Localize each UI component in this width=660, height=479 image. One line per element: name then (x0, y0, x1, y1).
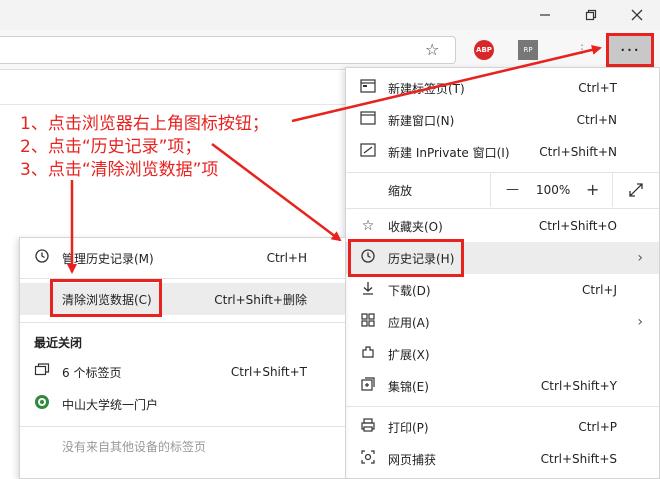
menu-item-new-tab[interactable]: 新建标签页(T) Ctrl+T (346, 72, 659, 104)
print-icon (358, 417, 378, 437)
menu-item-label: 扩展(X) (388, 347, 430, 362)
menu-item-label: 应用(A) (388, 315, 430, 330)
extension-icon[interactable]: ⋮ (576, 42, 588, 56)
menu-item-shortcut: Ctrl+Shift+N (539, 145, 617, 159)
no-tabs-from-other-devices: 没有来自其他设备的标签页 (62, 440, 207, 454)
submenu-item-shortcut: Ctrl+Shift+T (230, 365, 307, 379)
favorites-icon: ☆ (361, 218, 375, 234)
menu-item-new-window[interactable]: 新建窗口(N) Ctrl+N (346, 104, 659, 136)
menu-item-label: 打印(P) (388, 420, 429, 435)
title-bar (0, 0, 660, 30)
menu-item-apps[interactable]: 应用(A) › (346, 306, 659, 338)
zoom-label: 缩放 (388, 183, 413, 198)
apps-icon (358, 312, 378, 332)
submenu-divider (20, 322, 345, 323)
rp-extension-icon[interactable]: RP (518, 40, 538, 60)
recently-closed-heading: 最近关闭 (34, 336, 83, 350)
zoom-divider (490, 173, 491, 207)
menu-item-shortcut: Ctrl+J (582, 283, 617, 297)
chevron-right-icon: › (637, 314, 643, 330)
collections-icon (358, 376, 378, 396)
menu-item-label: 新建标签页(T) (388, 81, 465, 96)
menu-item-shortcut: Ctrl+P (578, 420, 617, 434)
submenu-item-label: 中山大学统一门户 (62, 397, 159, 412)
menu-item-label: 集锦(E) (388, 379, 429, 394)
menu-item-shortcut: Ctrl+Shift+Y (540, 379, 617, 393)
annotation-step-3: 3、点击“清除浏览数据”项 (20, 160, 219, 180)
menu-item-shortcut: Ctrl+T (578, 81, 617, 95)
address-bar[interactable]: ☆ (0, 36, 456, 64)
zoom-out-button[interactable]: — (506, 182, 519, 197)
submenu-divider (20, 426, 345, 427)
menu-item-collections[interactable]: 集锦(E) Ctrl+Shift+Y (346, 370, 659, 402)
chevron-right-icon: › (637, 250, 643, 266)
menu-item-label: 新建 InPrivate 窗口(I) (388, 145, 510, 160)
menu-divider (346, 208, 659, 209)
menu-item-label: 新建窗口(N) (388, 113, 455, 128)
menu-item-zoom: 缩放 — 100% + (346, 173, 659, 207)
submenu-item-shortcut: Ctrl+Shift+删除 (214, 292, 307, 307)
menu-divider (346, 406, 659, 407)
zoom-divider (612, 173, 613, 207)
submenu-item-closed-site[interactable]: 中山大学统一门户 (20, 388, 345, 420)
download-icon (358, 280, 378, 300)
history-highlight-box (348, 239, 464, 277)
adblock-plus-icon[interactable]: ABP (474, 40, 494, 60)
close-icon[interactable] (614, 0, 660, 30)
new-window-icon (358, 111, 378, 129)
submenu-item-label: 6 个标签页 (62, 365, 122, 380)
clear-data-highlight-box (50, 279, 162, 317)
menu-item-label: 下载(D) (388, 283, 431, 298)
tabs-icon (32, 362, 52, 382)
settings-more-button[interactable]: ··· (606, 33, 654, 67)
browser-toolbar: ☆ ABP RP ⋮ ··· (0, 30, 660, 70)
zoom-in-button[interactable]: + (586, 180, 599, 199)
zoom-value: 100% (536, 183, 571, 197)
extensions-icon (358, 344, 378, 364)
inprivate-icon (358, 143, 378, 161)
fullscreen-icon[interactable] (628, 182, 644, 201)
menu-item-extensions[interactable]: 扩展(X) (346, 338, 659, 370)
menu-item-new-inprivate[interactable]: 新建 InPrivate 窗口(I) Ctrl+Shift+N (346, 136, 659, 168)
menu-item-label: 收藏夹(O) (388, 219, 443, 234)
menu-item-shortcut: Ctrl+N (576, 113, 617, 127)
menu-item-print[interactable]: 打印(P) Ctrl+P (346, 411, 659, 443)
restore-icon[interactable] (568, 0, 614, 30)
menu-item-web-capture[interactable]: 网页捕获 Ctrl+Shift+S (346, 443, 659, 475)
new-tab-icon (358, 79, 378, 97)
minimize-icon[interactable] (522, 0, 568, 30)
star-icon[interactable]: ☆ (425, 40, 439, 59)
divider (0, 104, 345, 105)
history-submenu: 管理历史记录(M) Ctrl+H 清除浏览数据(C) Ctrl+Shift+删除… (19, 237, 346, 479)
submenu-item-closed-tabs[interactable]: 6 个标签页 Ctrl+Shift+T (20, 356, 345, 388)
menu-item-shortcut: Ctrl+Shift+O (538, 219, 617, 233)
annotation-step-1: 1、点击浏览器右上角图标按钮； (20, 114, 269, 134)
submenu-item-label: 管理历史记录(M) (62, 251, 154, 266)
menu-item-favorites[interactable]: ☆ 收藏夹(O) Ctrl+Shift+O (346, 210, 659, 242)
history-icon (32, 248, 52, 268)
settings-menu: 新建标签页(T) Ctrl+T 新建窗口(N) Ctrl+N 新建 InPriv… (345, 67, 660, 479)
site-logo-icon (32, 394, 52, 414)
menu-item-downloads[interactable]: 下载(D) Ctrl+J (346, 274, 659, 306)
menu-item-label: 网页捕获 (388, 452, 437, 467)
annotation-step-2: 2、点击“历史记录”项； (20, 137, 202, 157)
submenu-item-shortcut: Ctrl+H (266, 251, 307, 265)
capture-icon (358, 449, 378, 469)
submenu-item-manage-history[interactable]: 管理历史记录(M) Ctrl+H (20, 242, 345, 274)
menu-item-shortcut: Ctrl+Shift+S (540, 452, 617, 466)
